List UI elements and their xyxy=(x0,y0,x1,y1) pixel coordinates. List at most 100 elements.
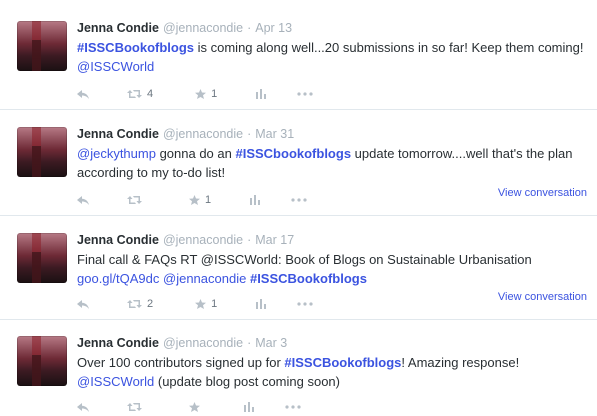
retweet-count: 4 xyxy=(147,88,154,100)
retweet-button[interactable] xyxy=(127,195,147,205)
view-conversation-link[interactable]: View conversation xyxy=(498,187,587,199)
mention-link[interactable]: @ISSCWorld xyxy=(77,374,154,389)
more-button[interactable] xyxy=(285,405,301,409)
more-icon xyxy=(291,198,307,202)
tweet-card[interactable]: Jenna Condie @jennacondie · Mar 3 Over 100 … xyxy=(0,320,597,416)
tweet-header: Jenna Condie @jennacondie · Mar 31 xyxy=(77,126,585,142)
reply-icon xyxy=(77,89,89,99)
tweet-body: Jenna Condie @jennacondie · Mar 3 Over 100 … xyxy=(77,335,585,391)
mention-link[interactable]: @ISSCWorld xyxy=(77,59,154,74)
reply-button[interactable] xyxy=(77,402,89,412)
separator-dot: · xyxy=(247,233,252,247)
tweet-text-segment: (update blog post coming soon) xyxy=(154,374,340,389)
tweet-text: Final call & FAQs RT @ISSCWorld: Book of… xyxy=(77,250,587,288)
author-handle[interactable]: @jennacondie xyxy=(163,127,243,141)
stats-icon xyxy=(256,89,267,99)
retweet-icon xyxy=(127,403,142,411)
retweet-count: 2 xyxy=(147,298,154,310)
tweet-body: Jenna Condie @jennacondie · Apr 13 #ISSCBoo… xyxy=(77,20,585,76)
mention-link[interactable]: @jennacondie xyxy=(163,271,246,286)
tweet-actions: 1 xyxy=(77,193,307,207)
retweet-button[interactable]: 2 xyxy=(127,298,153,310)
author-handle[interactable]: @jennacondie xyxy=(163,336,243,350)
favorite-count: 1 xyxy=(211,298,218,310)
tweet-actions: 2 1 xyxy=(77,297,313,311)
tweet-header: Jenna Condie @jennacondie · Mar 17 xyxy=(77,232,585,248)
reply-icon xyxy=(77,402,89,412)
author-name[interactable]: Jenna Condie xyxy=(77,336,159,350)
separator-dot: · xyxy=(247,127,252,141)
tweet-card[interactable]: Jenna Condie @jennacondie · Mar 31 @jeckyth… xyxy=(0,110,597,216)
stats-button[interactable] xyxy=(243,402,255,412)
tweet-text-segment: gonna do an xyxy=(155,146,236,161)
stats-icon xyxy=(244,402,254,412)
retweet-icon xyxy=(127,300,142,308)
star-icon xyxy=(189,195,200,205)
reply-icon xyxy=(77,299,89,309)
hashtag-link[interactable]: #ISSCBookofblogs xyxy=(77,40,194,55)
avatar[interactable] xyxy=(17,21,67,71)
tweet-date[interactable]: Apr 13 xyxy=(255,21,292,35)
stats-button[interactable] xyxy=(255,89,267,99)
tweet-date[interactable]: Mar 3 xyxy=(255,336,287,350)
more-button[interactable] xyxy=(297,302,313,306)
separator-dot: · xyxy=(247,336,252,350)
author-name[interactable]: Jenna Condie xyxy=(77,127,159,141)
retweet-icon xyxy=(127,90,142,98)
tweet-body: Jenna Condie @jennacondie · Mar 17 Final ca… xyxy=(77,232,585,288)
stats-button[interactable] xyxy=(255,299,267,309)
more-button[interactable] xyxy=(297,92,313,96)
avatar[interactable] xyxy=(17,233,67,283)
more-button[interactable] xyxy=(291,198,307,202)
tweet-text-segment: Over 100 contributors signed up for xyxy=(77,355,285,370)
tweet-actions xyxy=(77,400,301,414)
tweet-text-segment: is coming along well...20 submissions in… xyxy=(194,40,584,55)
hashtag-link[interactable]: #ISSCbookofblogs xyxy=(235,146,351,161)
author-handle[interactable]: @jennacondie xyxy=(163,21,243,35)
author-handle[interactable]: @jennacondie xyxy=(163,233,243,247)
tweet-date[interactable]: Mar 17 xyxy=(255,233,294,247)
tweet-card[interactable]: Jenna Condie @jennacondie · Mar 17 Final ca… xyxy=(0,216,597,320)
star-icon xyxy=(189,402,200,412)
tweet-header: Jenna Condie @jennacondie · Apr 13 xyxy=(77,20,585,36)
tweet-text-segment: Final call & FAQs RT @ISSCWorld: Book of… xyxy=(77,252,532,267)
author-name[interactable]: Jenna Condie xyxy=(77,233,159,247)
tweet-header: Jenna Condie @jennacondie · Mar 3 xyxy=(77,335,585,351)
more-icon xyxy=(285,405,301,409)
separator-dot: · xyxy=(247,21,252,35)
favorite-button[interactable]: 1 xyxy=(195,298,217,310)
tweet-text: @jeckythump gonna do an #ISSCbookofblogs… xyxy=(77,144,587,182)
favorite-button[interactable] xyxy=(189,402,205,412)
reply-button[interactable] xyxy=(77,299,89,309)
star-icon xyxy=(195,299,207,309)
hashtag-link[interactable]: #ISSCBookofblogs xyxy=(250,271,367,286)
favorite-count: 1 xyxy=(211,88,218,100)
hashtag-link[interactable]: #ISSCBookofblogs xyxy=(284,355,401,370)
stats-button[interactable] xyxy=(249,195,261,205)
retweet-button[interactable]: 4 xyxy=(127,88,153,100)
stats-icon xyxy=(250,195,261,205)
stats-icon xyxy=(256,299,267,309)
favorite-button[interactable]: 1 xyxy=(195,88,217,100)
tweet-text-segment: ! Amazing response! xyxy=(401,355,520,370)
tweet-timeline: Jenna Condie @jennacondie · Apr 13 #ISSCBoo… xyxy=(0,0,597,416)
reply-button[interactable] xyxy=(77,195,89,205)
reply-icon xyxy=(77,195,89,205)
avatar[interactable] xyxy=(17,127,67,177)
tweet-date[interactable]: Mar 31 xyxy=(255,127,294,141)
favorite-button[interactable]: 1 xyxy=(189,194,211,206)
tweet-body: Jenna Condie @jennacondie · Mar 31 @jeckyth… xyxy=(77,126,585,182)
mention-link[interactable]: @jeckythump xyxy=(77,146,156,161)
star-icon xyxy=(195,89,207,99)
retweet-button[interactable] xyxy=(127,402,147,412)
tweet-actions: 4 1 xyxy=(77,87,313,101)
view-conversation-link[interactable]: View conversation xyxy=(498,291,587,303)
tweet-text: Over 100 contributors signed up for #ISS… xyxy=(77,353,587,391)
mention-link[interactable]: goo.gl/tQA9dc xyxy=(77,271,159,286)
tweet-card[interactable]: Jenna Condie @jennacondie · Apr 13 #ISSCBoo… xyxy=(0,0,597,110)
reply-button[interactable] xyxy=(77,89,89,99)
author-name[interactable]: Jenna Condie xyxy=(77,21,159,35)
avatar[interactable] xyxy=(17,336,67,386)
favorite-count: 1 xyxy=(205,194,212,206)
more-icon xyxy=(297,302,313,306)
